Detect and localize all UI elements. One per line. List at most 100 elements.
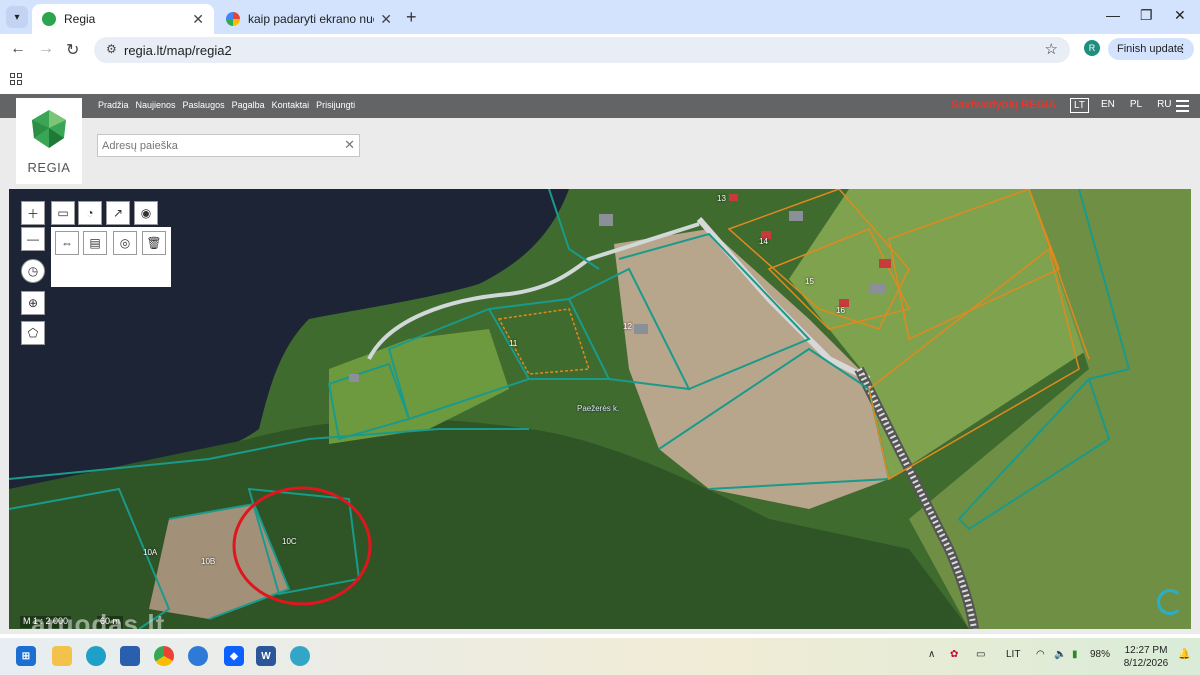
maps-icon[interactable]	[290, 646, 310, 666]
nav-item-pradzia[interactable]: Pradžia	[98, 100, 129, 110]
profile-avatar[interactable]: R	[1084, 40, 1100, 56]
parcel-label: 14	[759, 237, 768, 246]
trash-icon: 🗑	[146, 236, 162, 250]
store-icon[interactable]	[120, 646, 140, 666]
finish-update-button[interactable]: Finish update ⋮	[1108, 38, 1194, 60]
measure-radius-button[interactable]: ◎	[113, 231, 137, 255]
site-info-icon[interactable]: ⚙	[106, 42, 117, 56]
lang-lt[interactable]: LT	[1070, 98, 1089, 113]
word-icon[interactable]: W	[256, 646, 276, 666]
hamburger-menu-icon[interactable]	[1176, 100, 1189, 115]
address-search-input[interactable]	[98, 135, 328, 156]
more-vert-icon: ⋮	[1177, 43, 1188, 55]
logo-text: REGIA	[27, 160, 71, 175]
measure-distance-button[interactable]: ⇔	[55, 231, 79, 255]
dropbox-icon[interactable]: ◆	[224, 646, 244, 666]
forward-icon[interactable]: →	[38, 40, 54, 58]
village-label: Paežerės k.	[577, 404, 620, 413]
draw-polygon-button[interactable]: ⬠	[21, 321, 45, 345]
clock-date: 8/12/2026	[1123, 658, 1169, 669]
measure-area-button[interactable]: ▤	[83, 231, 107, 255]
regia-logo-icon	[32, 110, 66, 148]
show-hidden-icons-icon[interactable]: ∧	[928, 649, 935, 660]
parcel-label: 10C	[282, 537, 297, 546]
regia-logo[interactable]: REGIA	[16, 98, 82, 184]
parcel-label: 10B	[201, 557, 216, 566]
tab-strip: ▾ Regia ✕ kaip padaryti ekrano nuotrauka…	[0, 0, 1200, 34]
close-window-icon[interactable]: ✕	[1174, 7, 1186, 24]
parcel-label: 13	[717, 194, 726, 203]
tray-app-icon[interactable]: ✿	[950, 649, 958, 660]
system-clock[interactable]: 12:27 PM 8/12/2026	[1118, 644, 1174, 670]
nav-item-pagalba[interactable]: Pagalba	[232, 100, 265, 110]
address-search[interactable]: ✕	[97, 134, 360, 157]
lang-en[interactable]: EN	[1098, 98, 1118, 113]
app-icon[interactable]	[188, 646, 208, 666]
back-icon[interactable]: ←	[10, 40, 26, 58]
nav-item-naujienos[interactable]: Naujienos	[136, 100, 176, 110]
minimize-icon[interactable]: —	[1106, 7, 1120, 23]
tab-google-search[interactable]: kaip padaryti ekrano nuotrauka ✕	[216, 4, 402, 34]
chrome-icon[interactable]	[154, 646, 174, 666]
lang-pl[interactable]: PL	[1127, 98, 1145, 113]
lang-ru[interactable]: RU	[1154, 98, 1174, 113]
tab-regia[interactable]: Regia ✕	[32, 4, 214, 34]
lasso-icon: ⬠	[27, 326, 39, 340]
clock-time: 12:27 PM	[1124, 645, 1168, 656]
volume-icon[interactable]: 🔈	[1054, 649, 1066, 660]
location-target-button[interactable]: ◉	[134, 201, 158, 225]
top-navigation: Pradžia Naujienos Paslaugos Pagalba Kont…	[0, 94, 1200, 118]
measure-ruler-button[interactable]: ▭	[51, 201, 75, 225]
omnibox[interactable]: ⚙ regia.lt/map/regia2 ☆	[94, 37, 1070, 63]
nav-item-kontaktai[interactable]: Kontaktai	[272, 100, 310, 110]
chevron-down-icon: ▾	[14, 11, 20, 23]
windows-taskbar: ⊞ ◆ W ∧ ✿ ▭ LIT ◠ 🔈 ▮ 98% 12:27 PM 8/12/…	[0, 638, 1200, 675]
restore-icon[interactable]: ❐	[1140, 7, 1153, 24]
gps-button[interactable]: ⊕	[21, 291, 45, 315]
battery-percent: 98%	[1090, 649, 1111, 660]
zoom-out-button[interactable]: —	[21, 227, 45, 251]
delete-button[interactable]: 🗑	[142, 231, 166, 255]
file-explorer-icon[interactable]	[52, 646, 72, 666]
bookmark-star-icon[interactable]: ☆	[1045, 40, 1058, 58]
wifi-icon[interactable]: ◠	[1036, 649, 1045, 660]
reload-icon[interactable]: ↻	[66, 40, 79, 60]
tab-title: Regia	[64, 12, 96, 26]
parcel-label: 15	[805, 277, 814, 286]
regia-page: Pradžia Naujienos Paslaugos Pagalba Kont…	[0, 94, 1200, 634]
tab-title: kaip padaryti ekrano nuotrauka	[248, 12, 374, 26]
pin-icon: ◔	[86, 206, 94, 220]
address-toolbar: ← → ↻ ⚙ regia.lt/map/regia2 ☆	[0, 34, 1200, 66]
start-icon[interactable]: ⊞	[16, 646, 36, 666]
tab-search-button[interactable]: ▾	[6, 6, 28, 28]
clock-icon: ◷	[27, 264, 39, 278]
tool-panel: ⇔ ▤ ◎ 🗑	[51, 227, 171, 287]
share-button[interactable]: ↗	[106, 201, 130, 225]
parcel-label: 10A	[143, 548, 158, 557]
watermark-text: aruodas.lt	[31, 609, 166, 629]
battery-icon[interactable]: ▮	[1072, 649, 1078, 660]
zoom-in-button[interactable]: ＋	[21, 201, 45, 225]
nav-item-prisijungti[interactable]: Prisijungti	[316, 100, 355, 110]
apps-grid-icon[interactable]	[10, 73, 22, 85]
radius-icon: ◎	[119, 236, 131, 250]
url-text[interactable]: regia.lt/map/regia2	[124, 43, 232, 58]
history-button[interactable]: ◷	[21, 259, 45, 283]
google-favicon-icon	[226, 12, 240, 26]
distance-icon: ⇔	[61, 236, 73, 250]
parcel-label: 16	[836, 306, 845, 315]
target-icon: ◉	[140, 206, 152, 220]
notifications-icon[interactable]: 🔔	[1178, 649, 1190, 660]
clear-search-icon[interactable]: ✕	[344, 137, 355, 153]
tray-device-icon[interactable]: ▭	[976, 649, 985, 660]
map-canvas[interactable]: 13 14 15 16 12 11 10C 10A 10B Paežerės k…	[9, 189, 1191, 629]
close-icon[interactable]: ✕	[192, 11, 204, 28]
close-icon[interactable]: ✕	[380, 11, 392, 28]
input-language[interactable]: LIT	[1006, 649, 1020, 660]
area-icon: ▤	[89, 236, 101, 250]
nav-item-paslaugos[interactable]: Paslaugos	[183, 100, 225, 110]
identify-pin-button[interactable]: ◔	[78, 201, 102, 225]
regia-corner-logo-icon	[1157, 589, 1183, 615]
new-tab-button[interactable]: +	[406, 7, 417, 28]
edge-icon[interactable]	[86, 646, 106, 666]
